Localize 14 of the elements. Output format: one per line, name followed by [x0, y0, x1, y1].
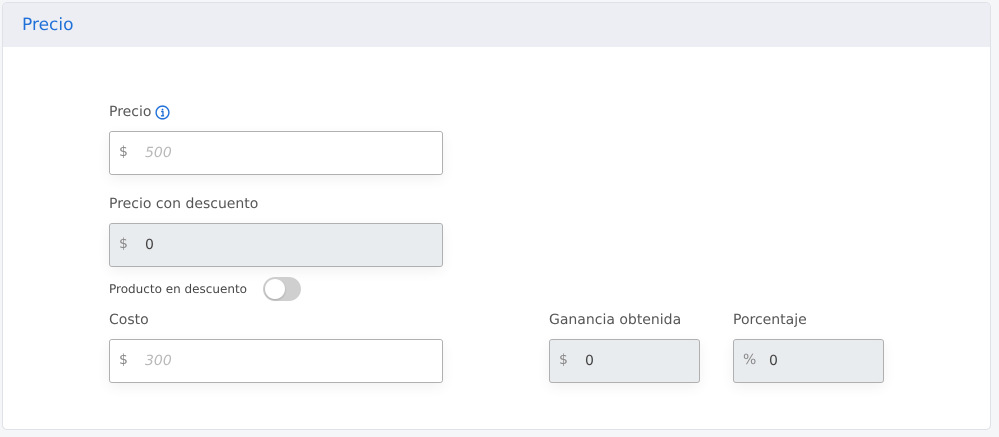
- prefix-symbol: $: [119, 352, 128, 369]
- field-label: Costo: [109, 312, 149, 328]
- toggle-label: Producto en descuento: [109, 282, 248, 296]
- section-title: Precio: [22, 15, 74, 35]
- field-label: Precio: [109, 104, 152, 120]
- prefix-symbol: %: [743, 352, 756, 369]
- field-label: Precio con descuento: [109, 196, 258, 212]
- field-label: Porcentaje: [733, 312, 807, 328]
- prefix-symbol: $: [559, 352, 568, 369]
- prefix-symbol: $: [119, 236, 128, 253]
- prefix-symbol: $: [119, 144, 128, 161]
- info-icon[interactable]: [155, 104, 170, 120]
- toggle-switch[interactable]: [263, 277, 302, 301]
- field-label: Ganancia obtenida: [549, 312, 682, 328]
